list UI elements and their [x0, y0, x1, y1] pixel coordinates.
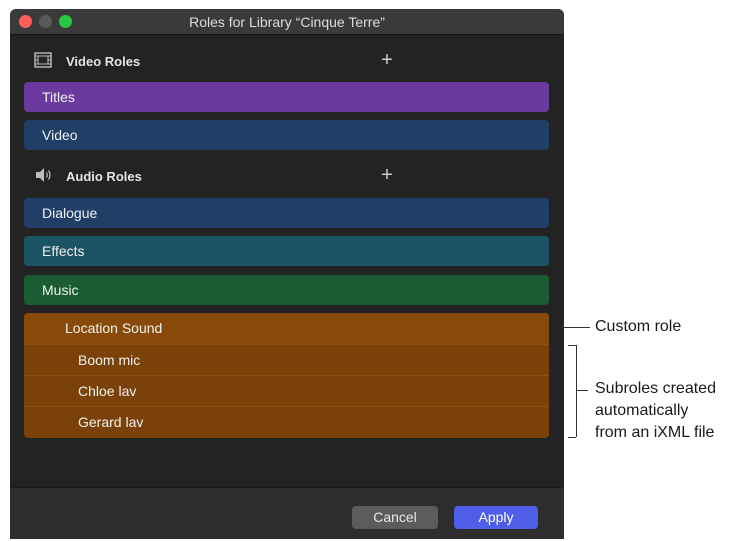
role-effects-label: Effects	[42, 243, 85, 259]
window-title: Roles for Library “Cinque Terre”	[189, 14, 385, 30]
video-roles-label: Video Roles	[66, 54, 141, 69]
subrole-gerard-lav[interactable]: Gerard lav	[24, 406, 549, 437]
subrole-chloe-lav[interactable]: Chloe lav	[24, 375, 549, 406]
film-icon	[34, 51, 54, 71]
subrole-label: Boom mic	[78, 352, 141, 368]
dialog-footer: Cancel Apply	[10, 487, 564, 539]
callout-subroles-line3: from an iXML file	[595, 424, 715, 441]
role-titles[interactable]: Titles	[24, 82, 549, 112]
custom-role-leader-line	[564, 327, 590, 328]
role-music-label: Music	[42, 282, 79, 298]
role-titles-label: Titles	[42, 89, 75, 105]
role-group-location-sound: Location Sound Boom mic Chloe lav Gerard…	[24, 313, 549, 438]
subrole-label: Gerard lav	[78, 414, 144, 430]
add-video-role-button[interactable]: +	[377, 49, 397, 71]
audio-roles-header: Audio Roles +	[10, 163, 564, 189]
role-location-sound[interactable]: Location Sound	[24, 313, 549, 344]
subrole-boom-mic[interactable]: Boom mic	[24, 344, 549, 375]
subroles-bracket-pointer	[576, 390, 588, 391]
subroles-bracket-bottom	[568, 437, 576, 438]
subroles-bracket-line	[576, 345, 577, 437]
role-dialogue[interactable]: Dialogue	[24, 198, 549, 228]
role-dialogue-label: Dialogue	[42, 205, 98, 221]
role-video[interactable]: Video	[24, 120, 549, 150]
audio-roles-label: Audio Roles	[66, 169, 142, 184]
title-bar: Roles for Library “Cinque Terre”	[10, 9, 564, 35]
subroles-bracket-top	[568, 345, 576, 346]
roles-window: Roles for Library “Cinque Terre” Video R…	[10, 9, 564, 539]
add-audio-role-button[interactable]: +	[377, 164, 397, 186]
callout-subroles-line2: automatically	[595, 402, 689, 419]
video-roles-header: Video Roles +	[10, 48, 564, 74]
role-effects[interactable]: Effects	[24, 236, 549, 266]
callout-custom-role: Custom role	[595, 318, 682, 335]
role-location-sound-label: Location Sound	[65, 320, 163, 336]
role-music[interactable]: Music	[24, 275, 549, 305]
role-video-label: Video	[42, 127, 78, 143]
apply-button[interactable]: Apply	[454, 506, 538, 529]
subrole-label: Chloe lav	[78, 383, 137, 399]
cancel-button[interactable]: Cancel	[352, 506, 438, 529]
callout-subroles-line1: Subroles created	[595, 380, 716, 397]
speaker-icon	[34, 166, 54, 186]
